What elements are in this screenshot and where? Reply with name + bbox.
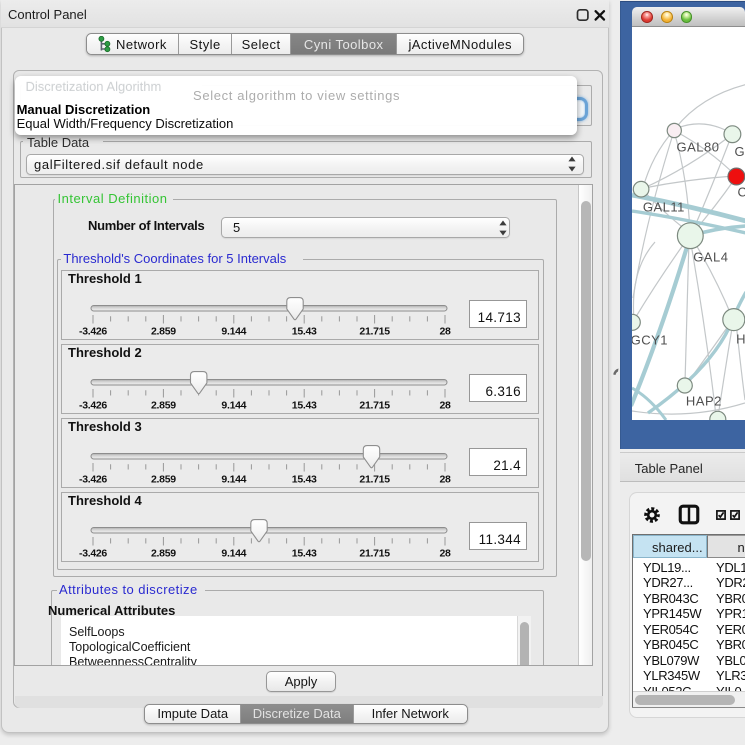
svg-text:HAP2: HAP2 xyxy=(686,394,722,409)
svg-text:-3.426: -3.426 xyxy=(79,474,107,486)
svg-text:21.715: 21.715 xyxy=(359,548,390,560)
svg-text:21.715: 21.715 xyxy=(359,326,390,338)
svg-text:15.43: 15.43 xyxy=(292,400,317,412)
svg-text:GAL11: GAL11 xyxy=(643,200,685,215)
svg-text:28: 28 xyxy=(439,474,451,486)
svg-text:9.144: 9.144 xyxy=(221,400,246,412)
svg-text:CY: CY xyxy=(738,185,745,200)
svg-text:28: 28 xyxy=(439,326,451,338)
svg-text:15.43: 15.43 xyxy=(292,474,317,486)
svg-text:GAL4: GAL4 xyxy=(693,250,728,265)
svg-text:-3.426: -3.426 xyxy=(79,326,107,338)
svg-text:21.715: 21.715 xyxy=(359,400,390,412)
svg-text:9.144: 9.144 xyxy=(221,548,246,560)
svg-text:15.43: 15.43 xyxy=(292,326,317,338)
svg-text:GCY1: GCY1 xyxy=(632,333,668,348)
svg-text:21.715: 21.715 xyxy=(359,474,390,486)
svg-text:-3.426: -3.426 xyxy=(79,548,107,560)
svg-text:9.144: 9.144 xyxy=(221,326,246,338)
svg-text:2.859: 2.859 xyxy=(151,474,176,486)
svg-text:2.859: 2.859 xyxy=(151,400,176,412)
svg-text:28: 28 xyxy=(439,400,451,412)
svg-text:-3.426: -3.426 xyxy=(79,400,107,412)
svg-text:GA: GA xyxy=(735,144,745,159)
svg-text:15.43: 15.43 xyxy=(292,548,317,560)
svg-text:28: 28 xyxy=(439,548,451,560)
svg-text:9.144: 9.144 xyxy=(221,474,246,486)
svg-text:H: H xyxy=(736,332,745,347)
svg-text:2.859: 2.859 xyxy=(151,548,176,560)
svg-text:GAL80: GAL80 xyxy=(677,140,720,155)
svg-text:2.859: 2.859 xyxy=(151,326,176,338)
